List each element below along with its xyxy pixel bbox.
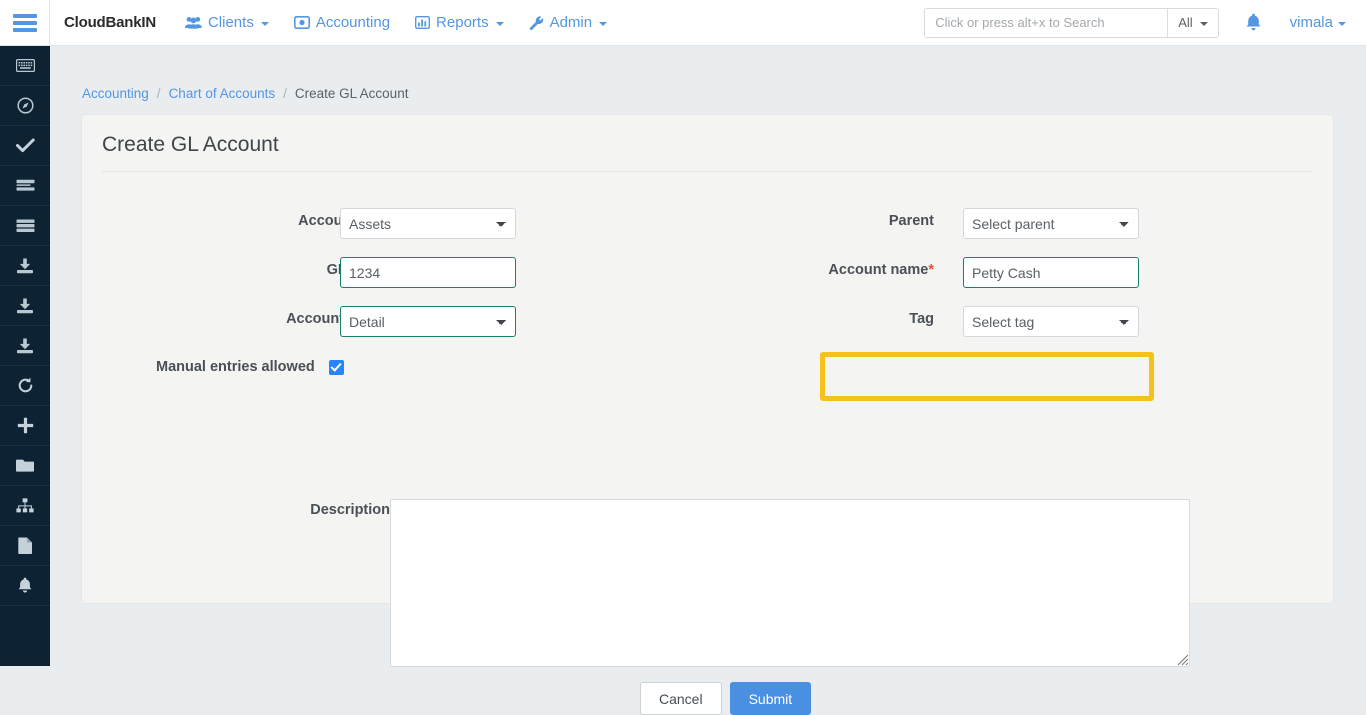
search-filter-label: All xyxy=(1178,15,1192,30)
submit-button[interactable]: Submit xyxy=(730,682,812,715)
hamburger-menu-button[interactable] xyxy=(0,0,50,45)
tag-label-wrap: Tag xyxy=(782,311,934,327)
hamburger-icon xyxy=(13,11,37,35)
chevron-down-icon xyxy=(261,22,269,26)
sidebar-item-list[interactable] xyxy=(0,166,50,206)
gl-account-form: Account type Assets Parent Select parent… xyxy=(82,172,1333,602)
main-nav: Clients Accounting Reports xyxy=(174,8,618,37)
sidebar-item-refresh[interactable] xyxy=(0,366,50,406)
sitemap-icon xyxy=(16,498,34,513)
bell-icon xyxy=(1245,13,1262,32)
bell-icon xyxy=(17,577,33,594)
username-label: vimala xyxy=(1290,14,1333,31)
sidebar-item-check[interactable] xyxy=(0,126,50,166)
search-input[interactable] xyxy=(925,9,1167,37)
required-marker: * xyxy=(928,262,934,278)
nav-item-admin[interactable]: Admin xyxy=(518,8,619,37)
chevron-down-icon xyxy=(1338,22,1346,26)
sidebar-item-add[interactable] xyxy=(0,406,50,446)
nav-item-clients[interactable]: Clients xyxy=(174,8,280,37)
money-icon xyxy=(294,16,310,29)
left-sidebar xyxy=(0,46,50,666)
keyboard-icon xyxy=(16,59,35,72)
sidebar-item-download-1[interactable] xyxy=(0,246,50,286)
account-name-label: Account name* xyxy=(828,262,934,278)
nav-label-accounting: Accounting xyxy=(316,14,390,31)
bar-chart-icon xyxy=(415,16,430,29)
breadcrumb-current: Create GL Account xyxy=(295,86,409,101)
breadcrumb-link-chart-of-accounts[interactable]: Chart of Accounts xyxy=(169,86,276,101)
manual-entries-row: Manual entries allowed xyxy=(156,359,344,375)
notifications-button[interactable] xyxy=(1245,13,1262,32)
tag-label: Tag xyxy=(909,311,934,327)
wrench-icon xyxy=(529,16,544,30)
tag-select[interactable]: Select tag xyxy=(963,306,1139,337)
top-navbar: CloudBankIN Clients xyxy=(0,0,1366,46)
nav-item-reports[interactable]: Reports xyxy=(404,8,515,37)
refresh-icon xyxy=(17,377,34,394)
description-label: Description xyxy=(310,502,390,518)
main-content: Accounting / Chart of Accounts / Create … xyxy=(50,46,1366,666)
search-filter-dropdown[interactable]: All xyxy=(1167,9,1217,37)
sidebar-item-compass[interactable] xyxy=(0,86,50,126)
sidebar-item-file[interactable] xyxy=(0,526,50,566)
manual-entries-checkbox[interactable] xyxy=(329,360,344,375)
nav-label-reports: Reports xyxy=(436,14,489,31)
breadcrumb-link-accounting[interactable]: Accounting xyxy=(82,86,149,101)
user-menu[interactable]: vimala xyxy=(1290,14,1346,31)
account-name-input[interactable] xyxy=(963,257,1139,288)
check-icon xyxy=(16,138,35,153)
sidebar-item-sitemap[interactable] xyxy=(0,486,50,526)
account-usage-select[interactable]: Detail xyxy=(340,306,516,337)
chevron-down-icon xyxy=(1200,22,1208,26)
create-gl-account-card: Create GL Account Account type Assets Pa… xyxy=(81,114,1334,604)
sidebar-item-download-3[interactable] xyxy=(0,326,50,366)
chevron-down-icon xyxy=(496,22,504,26)
nav-label-clients: Clients xyxy=(208,14,254,31)
sidebar-item-server[interactable] xyxy=(0,206,50,246)
sidebar-item-folder[interactable] xyxy=(0,446,50,486)
manual-entries-label: Manual entries allowed xyxy=(156,359,315,375)
global-search: All xyxy=(924,8,1218,38)
cancel-button[interactable]: Cancel xyxy=(640,682,722,715)
server-icon xyxy=(16,219,35,233)
app-brand: CloudBankIN xyxy=(64,14,156,31)
account-name-highlight xyxy=(820,352,1154,401)
account-name-label-wrap: Account name* xyxy=(782,262,934,278)
parent-label: Parent xyxy=(889,213,934,229)
sidebar-item-alerts[interactable] xyxy=(0,566,50,606)
download-icon xyxy=(16,298,34,314)
description-textarea[interactable] xyxy=(390,499,1190,667)
download-icon xyxy=(16,258,34,274)
parent-label-wrap: Parent xyxy=(782,213,934,229)
folder-icon xyxy=(16,458,34,473)
users-icon xyxy=(185,16,202,29)
plus-icon xyxy=(17,417,34,434)
sidebar-item-keyboard[interactable] xyxy=(0,46,50,86)
compass-icon xyxy=(17,97,34,114)
nav-label-admin: Admin xyxy=(550,14,593,31)
download-icon xyxy=(16,338,34,354)
navbar-right: All vimala xyxy=(924,8,1366,38)
breadcrumb-separator: / xyxy=(157,86,161,101)
sidebar-item-download-2[interactable] xyxy=(0,286,50,326)
form-actions: Cancel Submit xyxy=(640,682,811,715)
file-icon xyxy=(18,537,33,554)
breadcrumb: Accounting / Chart of Accounts / Create … xyxy=(50,46,1366,101)
chevron-down-icon xyxy=(599,22,607,26)
page-title: Create GL Account xyxy=(102,115,1313,172)
list-icon xyxy=(16,179,35,193)
nav-item-accounting[interactable]: Accounting xyxy=(283,8,401,37)
parent-select[interactable]: Select parent xyxy=(963,208,1139,239)
gl-code-input[interactable] xyxy=(340,257,516,288)
breadcrumb-separator: / xyxy=(283,86,287,101)
account-type-select[interactable]: Assets xyxy=(340,208,516,239)
description-label-wrap: Description xyxy=(194,502,390,518)
